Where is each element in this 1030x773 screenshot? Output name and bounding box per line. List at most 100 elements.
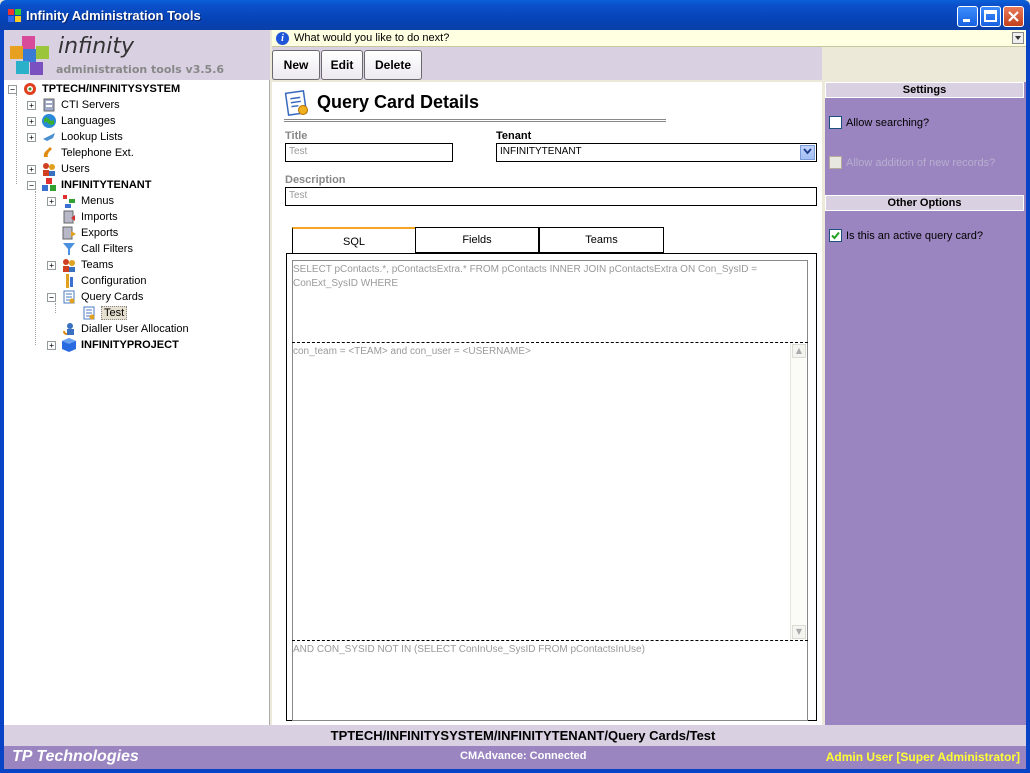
allow-addition-row: Allow addition of new records?	[829, 156, 995, 169]
tenant-icon	[42, 178, 56, 191]
close-icon	[1008, 11, 1019, 22]
tree-label: INFINITYTENANT	[61, 179, 152, 191]
close-button[interactable]	[1003, 6, 1024, 27]
phone-icon	[43, 147, 52, 157]
window-frame-right	[1026, 30, 1030, 773]
tree-node-telephone-ext[interactable]: Telephone Ext.	[41, 145, 134, 161]
minimize-icon	[963, 19, 970, 22]
collapse-icon[interactable]: −	[27, 180, 36, 190]
globe-icon	[42, 114, 56, 128]
tree-node-teams[interactable]: + Teams	[47, 257, 113, 273]
tenant-select-value: INFINITYTENANT	[500, 146, 582, 157]
sql-footer-textarea[interactable]: AND CON_SYSID NOT IN (SELECT ConInUse_Sy…	[293, 643, 803, 657]
sql-select-textarea[interactable]: SELECT pContacts.*, pContactsExtra.* FRO…	[293, 263, 793, 291]
teams-icon	[63, 259, 75, 272]
allow-searching-label: Allow searching?	[846, 116, 930, 129]
expand-icon[interactable]: +	[47, 196, 56, 206]
title-field[interactable]: Test	[285, 143, 453, 162]
maximize-icon	[984, 10, 997, 22]
tree-label: Exports	[81, 227, 119, 239]
expand-icon[interactable]: +	[27, 116, 36, 126]
users-icon	[43, 163, 55, 176]
tree-node-dialler-user-allocation[interactable]: Dialler User Allocation	[61, 321, 189, 337]
config-icon	[66, 274, 73, 288]
tree-node-infinityproject[interactable]: + INFINITYPROJECT	[47, 337, 179, 353]
allow-searching-checkbox[interactable]	[829, 116, 842, 129]
checkmark-icon	[831, 231, 840, 240]
tree-node-infinitytenant[interactable]: − INFINITYTENANT	[27, 177, 151, 193]
filter-icon	[63, 243, 75, 255]
description-field[interactable]: Test	[285, 187, 817, 206]
sql-section-divider	[292, 342, 808, 343]
tree-node-lookup-lists[interactable]: + Lookup Lists	[27, 129, 123, 145]
where-scrollbar[interactable]: ▲ ▼	[790, 343, 806, 640]
page-title: Query Card Details	[317, 92, 480, 112]
tree-node-call-filters[interactable]: Call Filters	[61, 241, 133, 257]
active-query-card-row[interactable]: Is this an active query card?	[829, 229, 983, 242]
tab-sql[interactable]: SQL	[292, 227, 416, 254]
sql-where-textarea[interactable]: con_team = <TEAM> and con_user = <USERNA…	[293, 345, 783, 359]
query-card-details-panel: Query Card Details Title Test Tenant INF…	[272, 82, 822, 725]
expand-icon[interactable]: +	[47, 260, 56, 270]
tree-node-root[interactable]: − TPTECH/INFINITYSYSTEM	[8, 81, 180, 97]
sql-select-line: ConExt_SysID WHERE	[293, 278, 399, 289]
tree-connector	[16, 94, 17, 184]
description-label: Description	[285, 174, 346, 186]
tree-node-configuration[interactable]: Configuration	[61, 273, 146, 289]
connection-status: CMAdvance: Connected	[460, 750, 587, 762]
tree-node-test[interactable]: Test	[81, 305, 128, 321]
tree-label: Users	[61, 163, 90, 175]
expand-icon[interactable]: +	[27, 132, 36, 142]
logo-version: administration tools v3.5.6	[56, 63, 225, 76]
breadcrumb-path: TPTECH/INFINITYSYSTEM/INFINITYTENANT/Que…	[4, 725, 1026, 746]
infinity-app-icon	[8, 9, 21, 22]
tree-label: Query Cards	[81, 291, 144, 303]
tree-label: Telephone Ext.	[61, 147, 134, 159]
chevron-down-icon	[1015, 36, 1021, 40]
delete-button[interactable]: Delete	[364, 50, 422, 80]
system-icon	[24, 83, 36, 95]
sql-select-line: SELECT pContacts.*, pContactsExtra.* FRO…	[293, 264, 758, 275]
tree-node-languages[interactable]: + Languages	[27, 113, 115, 129]
scroll-down-icon[interactable]: ▼	[792, 625, 806, 639]
edit-button[interactable]: Edit	[321, 50, 363, 80]
tree-node-cti-servers[interactable]: + CTI Servers	[27, 97, 120, 113]
collapse-info-button[interactable]	[1012, 32, 1024, 44]
expand-icon[interactable]: +	[47, 340, 56, 350]
active-query-card-checkbox[interactable]	[829, 229, 842, 242]
allow-addition-checkbox	[829, 156, 842, 169]
navigation-tree[interactable]: − TPTECH/INFINITYSYSTEM + CTI Servers + …	[4, 80, 270, 725]
tree-label-selected: Test	[101, 306, 128, 320]
tab-fields[interactable]: Fields	[415, 227, 539, 253]
collapse-icon[interactable]: −	[47, 292, 56, 302]
tab-teams[interactable]: Teams	[539, 227, 664, 253]
window-title-bar[interactable]: Infinity Administration Tools	[0, 0, 1030, 30]
tree-label: INFINITYPROJECT	[81, 339, 179, 351]
status-bar: TP Technologies CMAdvance: Connected Adm…	[4, 746, 1026, 769]
server-icon	[43, 98, 55, 112]
tree-node-imports[interactable]: Imports	[61, 209, 118, 225]
tree-label: Dialler User Allocation	[81, 323, 189, 335]
tree-node-users[interactable]: + Users	[27, 161, 90, 177]
tenant-select[interactable]: INFINITYTENANT	[496, 143, 817, 162]
scroll-up-icon[interactable]: ▲	[792, 344, 806, 358]
title-label: Title	[285, 130, 308, 142]
expand-icon[interactable]: +	[27, 100, 36, 110]
dropdown-arrow-icon[interactable]	[800, 145, 815, 160]
collapse-icon[interactable]: −	[8, 84, 17, 94]
maximize-button[interactable]	[980, 6, 1001, 27]
expand-icon[interactable]: +	[27, 164, 36, 174]
minimize-button[interactable]	[957, 6, 978, 27]
tree-label: Lookup Lists	[61, 131, 123, 143]
tree-node-query-cards[interactable]: − Query Cards	[47, 289, 143, 305]
tree-label: TPTECH/INFINITYSYSTEM	[42, 83, 181, 95]
tree-node-menus[interactable]: + Menus	[47, 193, 114, 209]
list-icon	[43, 133, 55, 141]
new-button[interactable]: New	[272, 50, 320, 80]
allow-searching-row[interactable]: Allow searching?	[829, 116, 929, 129]
window-title: Infinity Administration Tools	[26, 8, 201, 23]
project-icon	[62, 338, 76, 352]
current-user: Admin User [Super Administrator]	[825, 750, 1020, 764]
window-frame-bottom	[0, 769, 1030, 773]
tree-node-exports[interactable]: Exports	[61, 225, 118, 241]
